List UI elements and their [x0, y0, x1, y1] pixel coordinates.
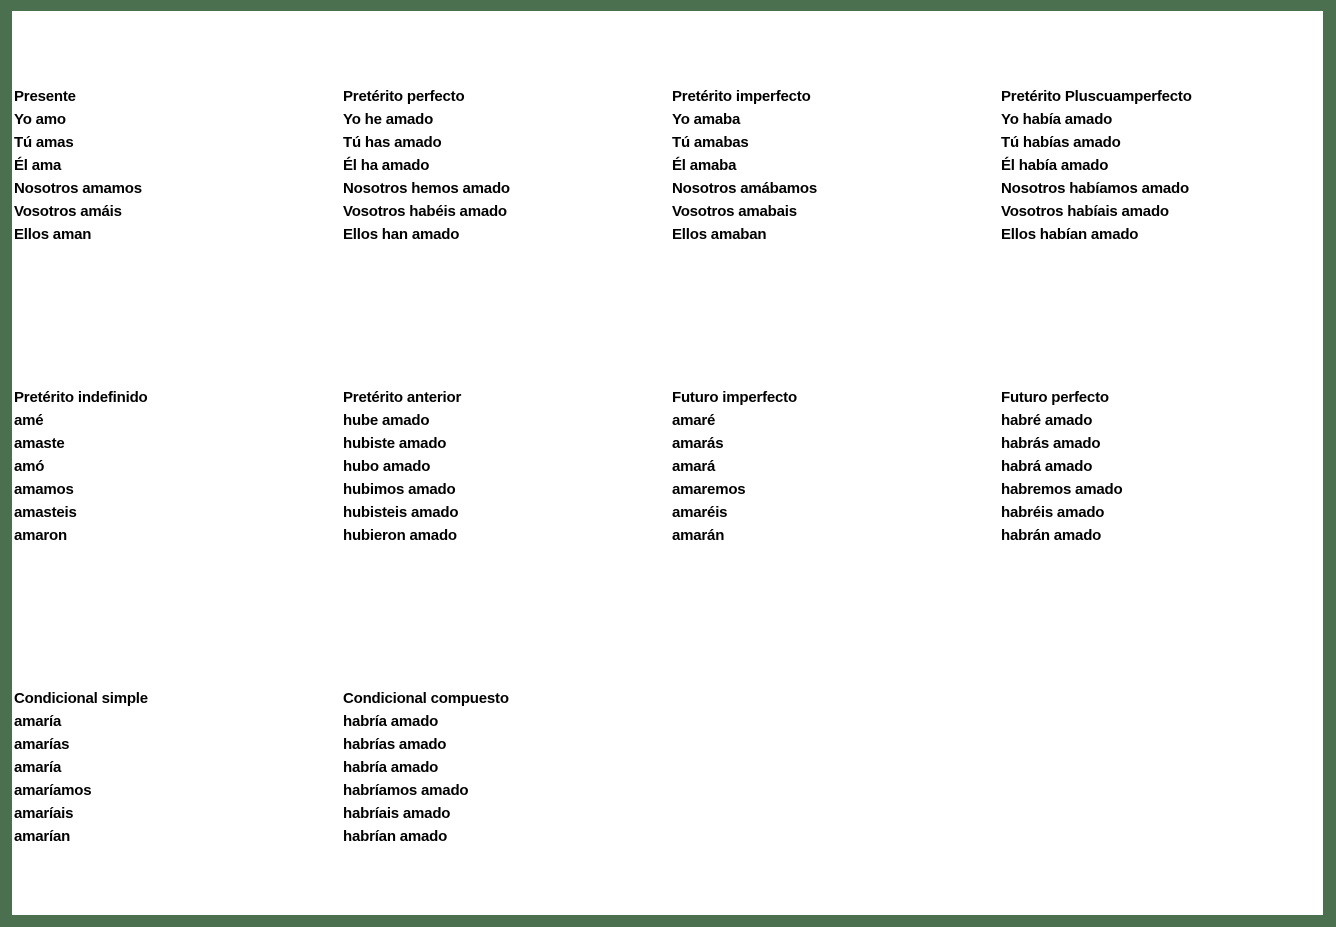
tense-title: Pretérito anterior [343, 389, 462, 406]
conjugation-form: amarán [672, 527, 725, 544]
conjugation-form: amasteis [14, 504, 77, 521]
tense-title: Condicional compuesto [343, 690, 509, 707]
tense-column-futuro-perfecto: Futuro perfecto habré amado habrás amado h… [1001, 386, 1323, 547]
conjugation-form: habrá amado [1001, 458, 1093, 475]
conjugation-form: Nosotros habíamos amado [1001, 180, 1189, 197]
tense-title: Pretérito imperfecto [672, 88, 811, 105]
conjugation-list: Yo amaba Tú amabas Él amaba Nosotros amábam… [672, 108, 994, 246]
tense-title: Futuro perfecto [1001, 389, 1109, 406]
conjugation-form: habré amado [1001, 412, 1093, 429]
conjugation-form: Tú amabas [672, 134, 749, 151]
conjugation-form: habrán amado [1001, 527, 1102, 544]
page-frame: Presente Yo amo Tú amas Él ama Nosotros ama… [0, 0, 1336, 927]
conjugation-form: amaron [14, 527, 67, 544]
conjugation-form: habríamos amado [343, 782, 469, 799]
tense-column-condicional-compuesto: Condicional compuesto habría amado habría… [343, 687, 665, 848]
conjugation-form: hubimos amado [343, 481, 456, 498]
conjugation-form: Él ama [14, 157, 62, 174]
conjugation-form: amarás [672, 435, 724, 452]
conjugation-form: Yo he amado [343, 111, 434, 128]
conjugation-form: amaréis [672, 504, 728, 521]
conjugation-list: amé amaste amó amamos amasteis amaron [14, 409, 336, 547]
conjugation-form: amarías [14, 736, 70, 753]
conjugation-form: Yo amo [14, 111, 66, 128]
conjugation-form: amamos [14, 481, 74, 498]
conjugation-list: amaría amarías amaría amaríamos amaríais amar… [14, 710, 336, 848]
conjugation-form: hube amado [343, 412, 430, 429]
tense-column-futuro-imperfecto: Futuro imperfecto amaré amarás amará amarem… [672, 386, 994, 547]
tense-title: Pretérito Pluscuamperfecto [1001, 88, 1192, 105]
conjugation-form: Nosotros amábamos [672, 180, 817, 197]
tense-title: Pretérito perfecto [343, 88, 465, 105]
tense-column-preterito-perfecto: Pretérito perfecto Yo he amado Tú has ama… [343, 85, 665, 246]
conjugation-form: Ellos aman [14, 226, 92, 243]
conjugation-form: amaste [14, 435, 65, 452]
conjugation-form: Ellos han amado [343, 226, 460, 243]
conjugation-form: habría amado [343, 713, 439, 730]
tense-title: Condicional simple [14, 690, 148, 707]
conjugation-form: habréis amado [1001, 504, 1105, 521]
tense-title: Pretérito indefinido [14, 389, 148, 406]
conjugation-form: habría amado [343, 759, 439, 776]
conjugation-form: Tú has amado [343, 134, 442, 151]
conjugation-list: Yo amo Tú amas Él ama Nosotros amamos Vosotr… [14, 108, 336, 246]
conjugation-form: amaría [14, 759, 62, 776]
tense-title: Presente [14, 88, 76, 105]
tense-title: Futuro imperfecto [672, 389, 797, 406]
conjugation-form: Yo amaba [672, 111, 741, 128]
conjugation-form: amé [14, 412, 44, 429]
conjugation-form: Él amaba [672, 157, 737, 174]
conjugation-form: Ellos amaban [672, 226, 767, 243]
conjugation-form: habrían amado [343, 828, 448, 845]
conjugation-list: amaré amarás amará amaremos amaréis amarán [672, 409, 994, 547]
tense-column-condicional-simple: Condicional simple amaría amarías amaría am… [14, 687, 336, 848]
conjugation-form: hubo amado [343, 458, 431, 475]
conjugation-form: habremos amado [1001, 481, 1123, 498]
conjugation-list: hube amado hubiste amado hubo amado hubimos… [343, 409, 665, 547]
conjugation-form: hubiste amado [343, 435, 447, 452]
conjugation-form: Tú habías amado [1001, 134, 1121, 151]
conjugation-form: Vosotros habéis amado [343, 203, 507, 220]
conjugation-form: Vosotros habíais amado [1001, 203, 1169, 220]
tense-column-preterito-indefinido: Pretérito indefinido amé amaste amó amamos a… [14, 386, 336, 547]
conjugation-form: habrías amado [343, 736, 447, 753]
conjugation-form: amó [14, 458, 45, 475]
conjugation-form: amaré [672, 412, 716, 429]
conjugation-form: amaríamos [14, 782, 92, 799]
conjugation-sheet: Presente Yo amo Tú amas Él ama Nosotros ama… [12, 11, 1323, 915]
conjugation-form: Él ha amado [343, 157, 430, 174]
conjugation-form: Nosotros amamos [14, 180, 142, 197]
conjugation-form: Tú amas [14, 134, 74, 151]
conjugation-form: habrás amado [1001, 435, 1101, 452]
conjugation-form: Vosotros amáis [14, 203, 122, 220]
tense-column-preterito-pluscuamperfecto: Pretérito Pluscuamperfecto Yo había amad… [1001, 85, 1323, 246]
conjugation-list: Yo había amado Tú habías amado Él había am… [1001, 108, 1323, 246]
conjugation-list: habré amado habrás amado habrá amado habrem… [1001, 409, 1323, 547]
conjugation-form: amarían [14, 828, 71, 845]
page-canvas: Presente Yo amo Tú amas Él ama Nosotros ama… [12, 11, 1323, 915]
tense-column-preterito-anterior: Pretérito anterior hube amado hubiste ama… [343, 386, 665, 547]
conjugation-form: hubieron amado [343, 527, 457, 544]
conjugation-form: hubisteis amado [343, 504, 459, 521]
conjugation-form: Yo había amado [1001, 111, 1113, 128]
conjugation-form: amaría [14, 713, 62, 730]
conjugation-list: habría amado habrías amado habría amado hab… [343, 710, 665, 848]
conjugation-form: Ellos habían amado [1001, 226, 1139, 243]
conjugation-list: Yo he amado Tú has amado Él ha amado Nosotr… [343, 108, 665, 246]
tense-column-presente: Presente Yo amo Tú amas Él ama Nosotros ama… [14, 85, 336, 246]
conjugation-form: Vosotros amabais [672, 203, 797, 220]
conjugation-form: Él había amado [1001, 157, 1109, 174]
conjugation-form: Nosotros hemos amado [343, 180, 510, 197]
conjugation-form: amará [672, 458, 716, 475]
conjugation-form: amaríais [14, 805, 74, 822]
conjugation-form: amaremos [672, 481, 746, 498]
tense-column-preterito-imperfecto: Pretérito imperfecto Yo amaba Tú amabas Él… [672, 85, 994, 246]
conjugation-form: habríais amado [343, 805, 451, 822]
